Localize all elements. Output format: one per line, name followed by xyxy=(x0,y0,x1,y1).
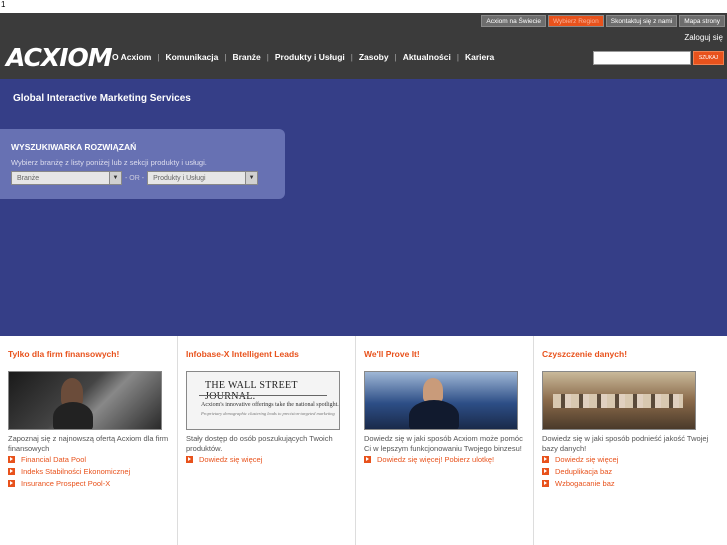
column-link[interactable]: Financial Data Pool xyxy=(8,455,169,464)
arrow-bullet-icon xyxy=(8,480,15,487)
acxiom-logo[interactable]: ACXIOM xyxy=(6,43,113,73)
column-link[interactable]: Insurance Prospect Pool-X xyxy=(8,479,169,488)
login-link[interactable]: Zaloguj się xyxy=(684,33,723,42)
solution-finder: WYSZUKIWARKA ROZWIĄZAŃ Wybierz branżę z … xyxy=(0,129,285,199)
column-link[interactable]: Indeks Stabilności Ekonomicznej xyxy=(8,467,169,476)
utility-nav: Acxiom na Świecie Wybierz Region Skontak… xyxy=(481,15,725,27)
nav-item-industries[interactable]: Branże xyxy=(232,52,260,62)
nav-separator: | xyxy=(157,52,160,62)
dropdown-arrow-icon: ▼ xyxy=(109,172,121,184)
logo-text: ACXIOM xyxy=(6,43,113,72)
promo-column-finance: Tylko dla firm finansowych! Zapoznaj się… xyxy=(0,336,178,545)
person-shape xyxy=(423,378,443,402)
link-label: Insurance Prospect Pool-X xyxy=(21,479,111,488)
column-text: Dowiedz się w jaki sposób Acxiom może po… xyxy=(364,434,523,453)
stray-char: 1 xyxy=(1,0,6,9)
nav-item-about[interactable]: O Acxiom xyxy=(112,52,151,62)
column-links: Dowiedz się więcej! Pobierz ulotkę! xyxy=(364,455,525,464)
or-label: - OR - xyxy=(125,174,145,182)
main-nav: O Acxiom | Komunikacja | Branże | Produk… xyxy=(112,52,494,62)
column-links: Dowiedz się więcej xyxy=(186,455,347,464)
hero-banner: Global Interactive Marketing Services WY… xyxy=(0,79,727,336)
column-link[interactable]: Dowiedz się więcej! Pobierz ulotkę! xyxy=(364,455,525,464)
link-label: Dowiedz się więcej xyxy=(555,455,619,464)
arrow-bullet-icon xyxy=(364,456,371,463)
divider xyxy=(199,395,327,396)
nav-separator: | xyxy=(394,52,397,62)
column-link[interactable]: Dowiedz się więcej xyxy=(542,455,719,464)
products-select[interactable]: Produkty i Usługi ▼ xyxy=(147,171,259,185)
util-link-world[interactable]: Acxiom na Świecie xyxy=(481,15,546,27)
column-link[interactable]: Deduplikacja baz xyxy=(542,467,719,476)
column-link[interactable]: Wzbogacanie baz xyxy=(542,479,719,488)
store-thumbnail[interactable] xyxy=(542,371,696,430)
util-link-region[interactable]: Wybierz Region xyxy=(547,15,604,27)
nav-item-careers[interactable]: Kariera xyxy=(465,52,494,62)
arrow-bullet-icon xyxy=(542,480,549,487)
column-title[interactable]: Infobase-X Intelligent Leads xyxy=(186,349,347,359)
search-button[interactable]: SZUKAJ xyxy=(693,51,724,65)
column-links: Financial Data Pool Indeks Stabilności E… xyxy=(8,455,169,488)
link-label: Deduplikacja baz xyxy=(555,467,613,476)
racks-shape xyxy=(553,394,683,408)
link-label: Wzbogacanie baz xyxy=(555,479,615,488)
arrow-bullet-icon xyxy=(186,456,193,463)
nav-item-communication[interactable]: Komunikacja xyxy=(165,52,218,62)
promo-column-cleansing: Czyszczenie danych! Dowiedz się w jaki s… xyxy=(534,336,727,545)
column-title[interactable]: Tylko dla firm finansowych! xyxy=(8,349,169,359)
arrow-bullet-icon xyxy=(8,468,15,475)
nav-item-products[interactable]: Produkty i Usługi xyxy=(275,52,345,62)
business-thumbnail[interactable] xyxy=(364,371,518,430)
wsj-masthead: THE WALL STREET JOURNAL. xyxy=(205,380,298,402)
search-box: SZUKAJ xyxy=(593,51,724,65)
wsj-subline: Proprietary demographic clustering leads… xyxy=(201,411,335,416)
person-shape xyxy=(53,402,93,429)
column-title[interactable]: We'll Prove It! xyxy=(364,349,525,359)
nav-separator: | xyxy=(456,52,459,62)
products-select-value: Produkty i Usługi xyxy=(153,174,206,182)
promo-columns: Tylko dla firm finansowych! Zapoznaj się… xyxy=(0,336,727,545)
finder-title: WYSZUKIWARKA ROZWIĄZAŃ xyxy=(11,142,137,152)
nav-separator: | xyxy=(224,52,227,62)
util-link-sitemap[interactable]: Mapa strony xyxy=(679,15,725,27)
wsj-thumbnail[interactable]: THE WALL STREET JOURNAL. Acxiom's innova… xyxy=(186,371,340,430)
finder-description: Wybierz branżę z listy poniżej lub z sek… xyxy=(11,158,207,167)
link-label: Indeks Stabilności Ekonomicznej xyxy=(21,467,131,476)
wsj-headline: Acxiom's innovative offerings take the n… xyxy=(201,402,339,408)
column-title[interactable]: Czyszczenie danych! xyxy=(542,349,719,359)
finder-controls: Branże ▼ - OR - Produkty i Usługi ▼ xyxy=(11,171,259,185)
util-link-contact[interactable]: Skontaktuj się z nami xyxy=(605,15,678,27)
industry-select[interactable]: Branże ▼ xyxy=(11,171,122,185)
column-text: Dowiedz się w jaki sposób podnieść jakoś… xyxy=(542,434,709,453)
promo-column-prove: We'll Prove It! Dowiedz się w jaki sposó… xyxy=(356,336,534,545)
column-text: Stały dostęp do osób poszukujących Twoic… xyxy=(186,434,333,453)
column-link[interactable]: Dowiedz się więcej xyxy=(186,455,347,464)
link-label: Financial Data Pool xyxy=(21,455,87,464)
column-links: Dowiedz się więcej Deduplikacja baz Wzbo… xyxy=(542,455,719,488)
link-label: Dowiedz się więcej xyxy=(199,455,263,464)
promo-column-infobase: Infobase-X Intelligent Leads THE WALL ST… xyxy=(178,336,356,545)
nav-item-news[interactable]: Aktualności xyxy=(403,52,451,62)
site-header: Acxiom na Świecie Wybierz Region Skontak… xyxy=(0,13,727,79)
arrow-bullet-icon xyxy=(8,456,15,463)
dropdown-arrow-icon: ▼ xyxy=(245,172,258,184)
arrow-bullet-icon xyxy=(542,456,549,463)
search-input[interactable] xyxy=(593,51,691,65)
column-text: Zapoznaj się z najnowszą ofertą Acxiom d… xyxy=(8,434,169,453)
nav-item-resources[interactable]: Zasoby xyxy=(359,52,389,62)
person-shape xyxy=(409,400,459,429)
nav-separator: | xyxy=(266,52,269,62)
link-label: Dowiedz się więcej! Pobierz ulotkę! xyxy=(377,455,495,464)
nav-separator: | xyxy=(350,52,353,62)
hero-title: Global Interactive Marketing Services xyxy=(13,93,191,104)
arrow-bullet-icon xyxy=(542,468,549,475)
finance-thumbnail[interactable] xyxy=(8,371,162,430)
industry-select-value: Branże xyxy=(17,174,40,182)
